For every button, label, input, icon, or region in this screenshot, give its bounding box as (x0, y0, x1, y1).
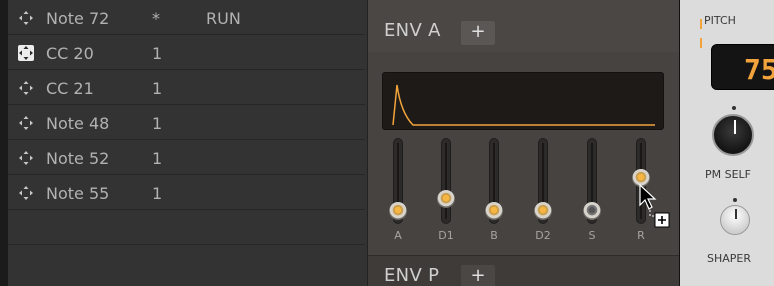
row-extra[interactable]: RUN (206, 9, 241, 28)
list-left-edge (0, 0, 8, 286)
slider-handle[interactable] (389, 202, 407, 220)
env-a-header: ENV A + (368, 0, 680, 52)
pm-self-knob[interactable] (712, 114, 754, 156)
list-item[interactable]: CC 21 1 (8, 70, 365, 105)
move-arrows-icon[interactable] (18, 10, 34, 26)
move-arrows-icon[interactable] (18, 115, 34, 131)
move-arrows-icon[interactable] (18, 185, 34, 201)
move-arrows-icon[interactable] (18, 80, 34, 96)
slider-track[interactable] (441, 138, 451, 224)
list-empty-row[interactable] (8, 245, 365, 286)
notes-list-panel: Note 72 * RUN CC 20 1 CC 21 1 Note 48 1 … (0, 0, 367, 286)
env-p-header: ENV P + (368, 255, 680, 286)
drag-copy-cursor-icon (638, 183, 678, 233)
list-item[interactable]: Note 72 * RUN (8, 0, 365, 35)
knob-marker-dot (733, 198, 737, 202)
row-name: Note 55 (46, 184, 110, 203)
knob-marker-dot (732, 106, 736, 110)
shaper-label: SHAPER (707, 252, 752, 265)
slider-label: B (490, 229, 498, 242)
pitch-panel: PITCH 75 PM SELF SHAPER (679, 0, 774, 286)
slider-handle[interactable] (583, 202, 601, 220)
pitch-readout: 75 (744, 53, 774, 86)
list-item[interactable]: Note 48 1 (8, 105, 365, 140)
shaper-knob[interactable] (720, 205, 750, 235)
pitch-readout-display[interactable]: 75 (711, 44, 774, 90)
slider-handle[interactable] (485, 202, 503, 220)
row-name: Note 52 (46, 149, 110, 168)
row-value[interactable]: 1 (152, 79, 162, 98)
pm-self-label: PM SELF (705, 168, 752, 181)
slider-label: D1 (438, 229, 454, 242)
row-name: Note 72 (46, 9, 110, 28)
move-arrows-icon[interactable] (18, 150, 34, 166)
envelope-panel: ENV A + A D1 B D2 S R ENV P + (367, 0, 680, 286)
row-value[interactable]: 1 (152, 149, 162, 168)
row-name: CC 21 (46, 79, 94, 98)
move-arrows-icon[interactable] (18, 45, 34, 61)
list-empty-row[interactable] (8, 210, 365, 245)
env-a-title: ENV A (384, 20, 441, 41)
list-item[interactable]: Note 55 1 (8, 175, 365, 210)
pitch-title: PITCH (704, 14, 736, 27)
env-p-add-button[interactable]: + (461, 265, 495, 286)
knob-indicator (734, 120, 736, 134)
env-a-add-button[interactable]: + (461, 21, 495, 45)
row-value[interactable]: 1 (152, 44, 162, 63)
row-name: CC 20 (46, 44, 94, 63)
list-item[interactable]: CC 20 1 (8, 35, 365, 70)
slider-handle[interactable] (534, 202, 552, 220)
envelope-curve (392, 84, 655, 126)
row-name: Note 48 (46, 114, 110, 133)
slider-label: A (394, 229, 402, 242)
row-value[interactable]: 1 (152, 184, 162, 203)
list-item[interactable]: Note 52 1 (8, 140, 365, 175)
row-value[interactable]: * (152, 9, 160, 28)
row-value[interactable]: 1 (152, 114, 162, 133)
slider-label: S (588, 229, 596, 242)
slider-handle[interactable] (437, 190, 455, 208)
slider-label: D2 (535, 229, 551, 242)
knob-indicator (735, 209, 737, 219)
env-p-title: ENV P (384, 265, 440, 286)
envelope-graph-display[interactable] (382, 72, 664, 130)
